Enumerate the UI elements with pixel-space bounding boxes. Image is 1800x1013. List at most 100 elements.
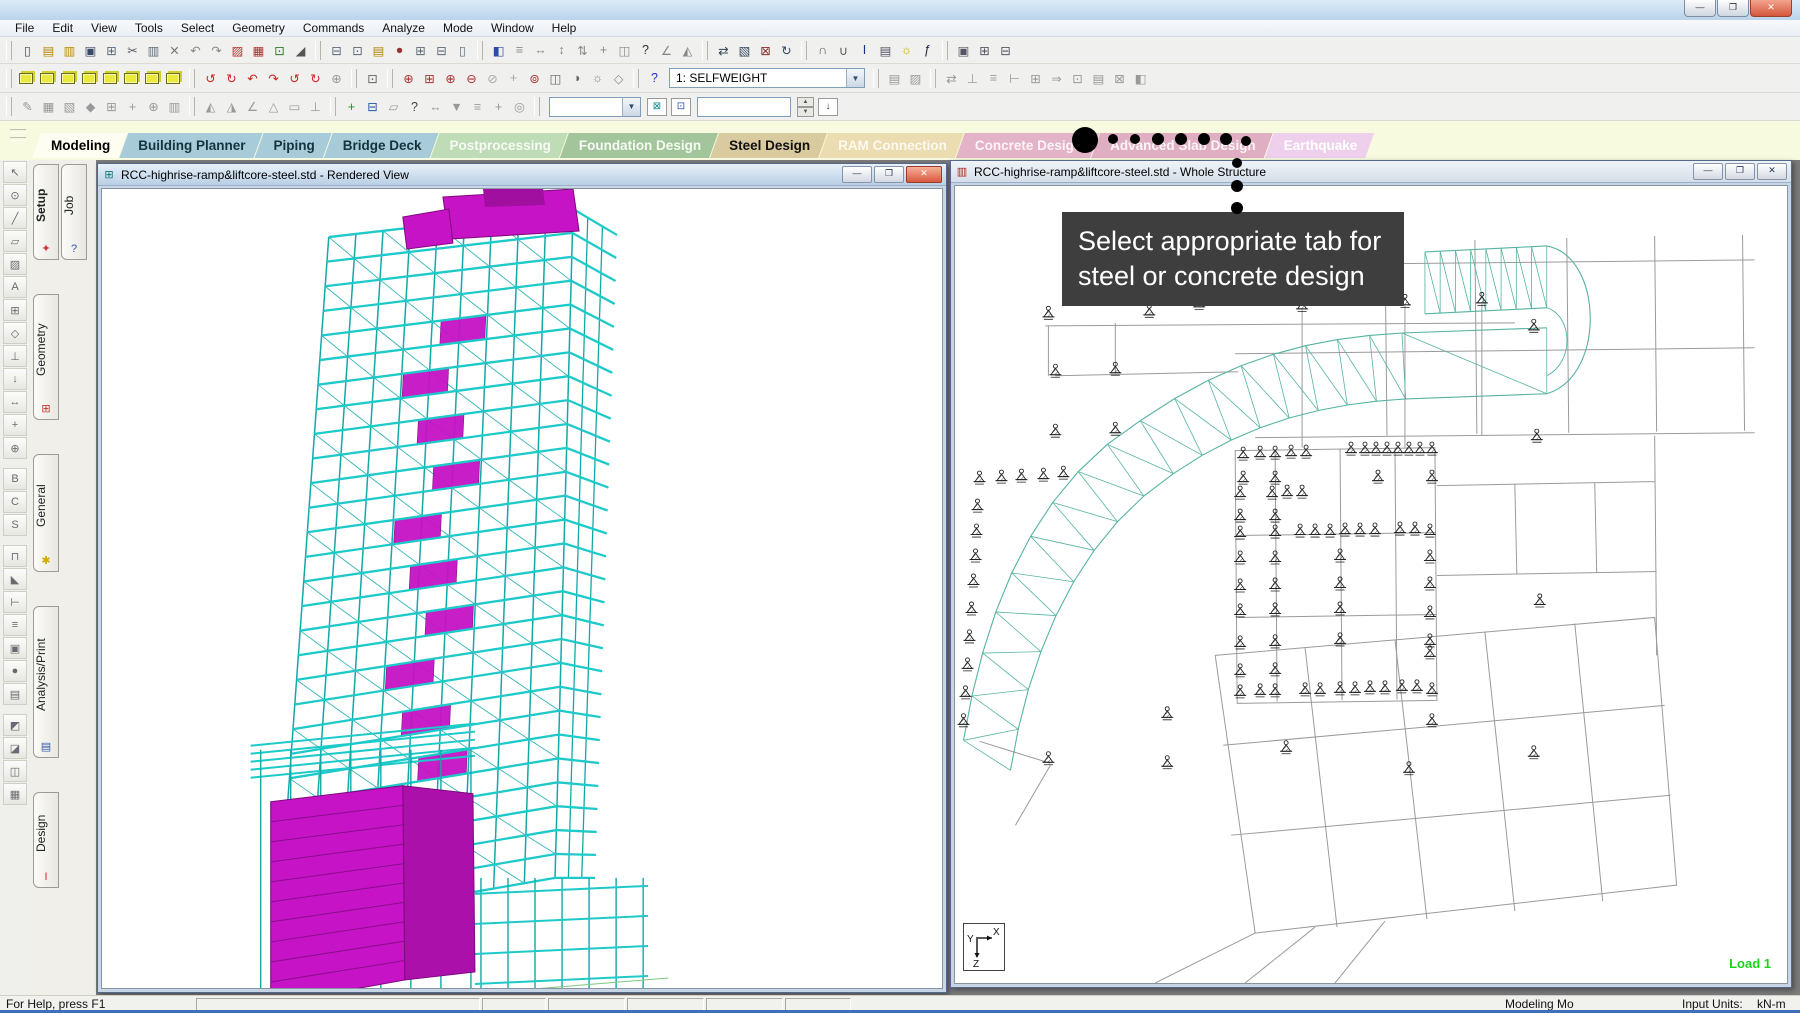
grid-sheet-icon[interactable]: ▤ xyxy=(875,41,896,60)
section-a-icon[interactable]: ◭ xyxy=(200,97,221,116)
menu-commands[interactable]: Commands xyxy=(294,21,373,35)
value-spinner-down[interactable]: ▼ xyxy=(797,107,814,117)
query-tool-icon[interactable]: ⊠ xyxy=(755,41,776,60)
select-nodes-icon[interactable]: ⊙ xyxy=(3,184,27,206)
orbit-icon[interactable]: ⊕ xyxy=(326,69,347,88)
open-file-icon[interactable]: ▤ xyxy=(38,41,59,60)
angle-measure-icon[interactable]: ∠ xyxy=(656,41,677,60)
perpendicular-tool-icon[interactable]: ⊥ xyxy=(305,97,326,116)
tab-postprocessing[interactable]: Postprocessing xyxy=(431,133,568,158)
copy-picture-icon[interactable]: ⊞ xyxy=(410,41,431,60)
origin-toggle-icon[interactable]: ◎ xyxy=(509,97,530,116)
command-input[interactable] xyxy=(697,97,791,117)
view-cube-right-icon[interactable] xyxy=(143,69,164,88)
add-surface-icon[interactable]: ◆ xyxy=(80,97,101,116)
view-dimension-icon[interactable]: ⊢ xyxy=(3,591,27,613)
beam-query-icon[interactable]: ⊟ xyxy=(362,97,383,116)
wireframe-mode-icon[interactable]: ◫ xyxy=(545,69,566,88)
node-grid-icon[interactable]: ⊡ xyxy=(269,41,290,60)
insert-node-icon[interactable]: + xyxy=(593,41,614,60)
insert-node-2-icon[interactable]: ⊞ xyxy=(1025,69,1046,88)
annotate-icon[interactable]: ≡ xyxy=(509,41,530,60)
tab-building-planner[interactable]: Building Planner xyxy=(119,133,262,158)
toolbar-grip[interactable] xyxy=(477,41,483,60)
view-solid-icon[interactable]: ● xyxy=(3,660,27,682)
menu-window[interactable]: Window xyxy=(482,21,543,35)
dropdown-arrow-icon[interactable]: ▼ xyxy=(622,98,640,116)
tab-earthquake[interactable]: Earthquake xyxy=(1265,133,1375,158)
perspective-mode-icon[interactable]: ◇ xyxy=(608,69,629,88)
dropdown-arrow-icon[interactable]: ▼ xyxy=(846,69,864,87)
select-loads-icon[interactable]: ↓ xyxy=(3,368,27,390)
view-rail-icon[interactable]: ≡ xyxy=(3,614,27,636)
toolbar-grip[interactable] xyxy=(387,69,393,88)
toggle-beams-icon[interactable]: B xyxy=(3,468,27,490)
node-query-icon[interactable]: + xyxy=(341,97,362,116)
whole-structure-close-button[interactable]: ✕ xyxy=(1757,163,1787,180)
menu-edit[interactable]: Edit xyxy=(43,21,82,35)
zoom-out-icon[interactable]: ⊖ xyxy=(461,69,482,88)
page-tab-design[interactable]: DesignI xyxy=(33,792,59,888)
toolbar-grip[interactable] xyxy=(189,69,195,88)
toolbar-grip[interactable] xyxy=(534,97,540,116)
visibility-all-icon[interactable]: ▦ xyxy=(3,783,27,805)
new-file-icon[interactable]: ▯ xyxy=(17,41,38,60)
renumber-icon[interactable]: ⇒ xyxy=(1046,69,1067,88)
toggle-columns-icon[interactable]: C xyxy=(3,491,27,513)
select-pointer-icon[interactable]: ↖ xyxy=(3,161,27,183)
value-spinner-up[interactable]: ▲ xyxy=(797,97,814,107)
profile-tool-icon[interactable]: ▭ xyxy=(284,97,305,116)
add-node-icon[interactable]: + xyxy=(122,97,143,116)
merge-beam-icon[interactable]: ▤ xyxy=(1088,69,1109,88)
cut-icon[interactable]: ✂ xyxy=(122,41,143,60)
spin-ccw-icon[interactable]: ↺ xyxy=(284,69,305,88)
load-list-icon[interactable]: ▤ xyxy=(884,69,905,88)
toolbar-grip[interactable] xyxy=(702,41,708,60)
visibility-nodes-icon[interactable]: ◩ xyxy=(3,714,27,736)
toolbar-grip[interactable] xyxy=(6,97,12,116)
angle-tool-icon[interactable]: ∠ xyxy=(242,97,263,116)
tab-bridge-deck[interactable]: Bridge Deck xyxy=(324,133,439,158)
select-dimensions-icon[interactable]: ↔ xyxy=(3,391,27,413)
visibility-plates-icon[interactable]: ◫ xyxy=(3,760,27,782)
app-close-button[interactable]: ✕ xyxy=(1750,0,1792,17)
whole-structure-titlebar[interactable]: ▥ RCC-highrise-ramp&liftcore-steel.std -… xyxy=(951,161,1791,183)
load-values-toggle-icon[interactable]: ▼ xyxy=(446,97,467,116)
zoom-window-icon[interactable]: ⊞ xyxy=(419,69,440,88)
page-tab-analysis-print[interactable]: Analysis/Print▤ xyxy=(33,606,59,758)
sweep-icon[interactable]: ▨ xyxy=(227,41,248,60)
app-restore-button[interactable]: ❐ xyxy=(1717,0,1749,17)
view-cube-top-icon[interactable] xyxy=(38,69,59,88)
support-toggle-icon[interactable]: ≡ xyxy=(467,97,488,116)
view-cube-back-icon[interactable] xyxy=(101,69,122,88)
render-tool-icon[interactable]: ▧ xyxy=(734,41,755,60)
view-list-icon[interactable]: ▤ xyxy=(3,683,27,705)
structure-wizard-icon[interactable]: ⇄ xyxy=(713,41,734,60)
add-to-selection-icon[interactable]: + xyxy=(3,414,27,436)
menu-file[interactable]: File xyxy=(6,21,43,35)
toolbar-grip[interactable] xyxy=(6,41,12,60)
pan-icon[interactable]: + xyxy=(503,69,524,88)
view-cube-perspective-icon[interactable] xyxy=(164,69,185,88)
node-move-icon[interactable]: ⇅ xyxy=(572,41,593,60)
save-view-icon[interactable]: ▣ xyxy=(953,41,974,60)
toggle-slabs-icon[interactable]: S xyxy=(3,514,27,536)
view-flange-icon[interactable]: ⊓ xyxy=(3,545,27,567)
section-b-icon[interactable]: ◮ xyxy=(221,97,242,116)
toolbar-grip[interactable] xyxy=(315,41,321,60)
arc-tool-icon[interactable]: ∩ xyxy=(812,41,833,60)
rendered-view-minimize-button[interactable]: — xyxy=(842,166,872,183)
info-query-icon[interactable]: ? xyxy=(404,97,425,116)
copy-icon[interactable]: ⊞ xyxy=(101,41,122,60)
report-icon[interactable]: ▤ xyxy=(368,41,389,60)
formula-tool-icon[interactable]: ƒ xyxy=(917,41,938,60)
save-icon[interactable]: ▣ xyxy=(80,41,101,60)
page-tab-geometry[interactable]: Geometry⊞ xyxy=(33,294,59,420)
tab-piping[interactable]: Piping xyxy=(255,133,332,158)
section-view-icon[interactable]: ◫ xyxy=(614,41,635,60)
dimension-query-icon[interactable]: ↔ xyxy=(425,97,446,116)
redraw-icon[interactable]: ⊚ xyxy=(524,69,545,88)
break-beam-icon[interactable]: ⊠ xyxy=(1109,69,1130,88)
add-plate-icon[interactable]: ▦ xyxy=(38,97,59,116)
load-delete-icon[interactable]: ▨ xyxy=(905,69,926,88)
